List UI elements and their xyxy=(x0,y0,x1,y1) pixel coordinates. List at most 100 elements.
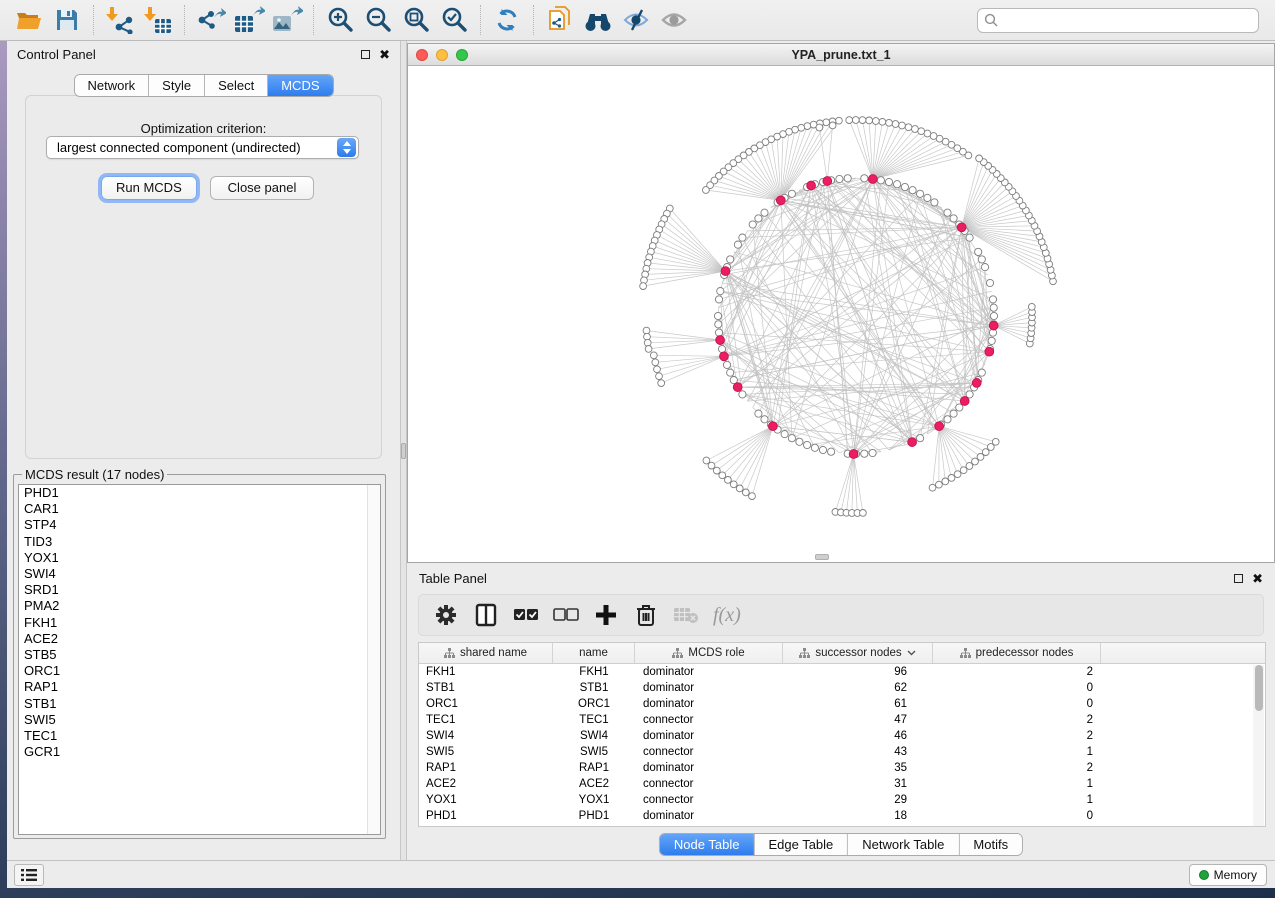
control-panel: Control Panel ✖ NetworkStyleSelectMCDS O… xyxy=(7,41,400,860)
result-node-item[interactable]: SWI4 xyxy=(19,566,380,582)
hide-panel-button[interactable] xyxy=(617,3,655,37)
table-row[interactable]: ACE2ACE2connector311 xyxy=(419,776,1265,792)
close-table-panel-icon[interactable]: ✖ xyxy=(1252,574,1263,583)
table-row[interactable]: PHD1PHD1dominator180 xyxy=(419,808,1265,824)
table-row[interactable]: ORC1ORC1dominator610 xyxy=(419,696,1265,712)
result-node-item[interactable]: YOX1 xyxy=(19,550,380,566)
table-scrollbar-thumb[interactable] xyxy=(1255,665,1263,711)
open-file-button[interactable] xyxy=(10,3,48,37)
import-network-button[interactable] xyxy=(101,3,139,37)
result-node-item[interactable]: STB1 xyxy=(19,696,380,712)
horizontal-splitter-handle[interactable] xyxy=(815,554,829,560)
import-table-button[interactable] xyxy=(139,3,177,37)
refresh-layout-button[interactable] xyxy=(488,3,526,37)
table-row[interactable]: YOX1YOX1connector291 xyxy=(419,792,1265,808)
cell-name: TEC1 xyxy=(553,714,635,726)
result-node-item[interactable]: ORC1 xyxy=(19,663,380,679)
table-scrollbar[interactable] xyxy=(1253,665,1264,826)
export-network-button[interactable] xyxy=(192,3,230,37)
network-window-title: YPA_prune.txt_1 xyxy=(408,48,1274,62)
table-row[interactable]: SWI4SWI4dominator462 xyxy=(419,728,1265,744)
result-node-item[interactable]: STB5 xyxy=(19,647,380,663)
main-frame: Control Panel ✖ NetworkStyleSelectMCDS O… xyxy=(7,41,1275,888)
zoom-in-icon xyxy=(326,6,354,34)
column-type-icon xyxy=(799,648,810,659)
optimization-criterion-dropdown[interactable]: largest connected component (undirected) xyxy=(46,136,359,159)
import-network-icon xyxy=(105,6,135,34)
table-row[interactable]: RAP1RAP1dominator352 xyxy=(419,760,1265,776)
cell-predecessor-nodes: 2 xyxy=(933,762,1101,774)
zoom-out-icon xyxy=(364,6,392,34)
result-node-item[interactable]: CAR1 xyxy=(19,501,380,517)
column-header-predecessor-nodes[interactable]: predecessor nodes xyxy=(933,643,1101,663)
memory-button[interactable]: Memory xyxy=(1189,864,1267,886)
cell-predecessor-nodes: 0 xyxy=(933,698,1101,710)
tab-network-table[interactable]: Network Table xyxy=(848,834,959,855)
cell-successor-nodes: 18 xyxy=(783,810,933,822)
table-settings-gear-icon[interactable] xyxy=(433,602,459,628)
close-panel-icon[interactable]: ✖ xyxy=(379,50,390,59)
result-node-item[interactable]: FKH1 xyxy=(19,615,380,631)
table-row[interactable]: SWI5SWI5connector431 xyxy=(419,744,1265,760)
result-node-item[interactable]: GCR1 xyxy=(19,744,380,760)
tab-node-table[interactable]: Node Table xyxy=(660,834,755,855)
float-panel-icon[interactable] xyxy=(361,50,370,59)
tab-select[interactable]: Select xyxy=(205,75,268,96)
close-panel-button[interactable]: Close panel xyxy=(210,176,314,200)
zoom-fit-button[interactable] xyxy=(397,3,435,37)
result-node-item[interactable]: TEC1 xyxy=(19,728,380,744)
zoom-out-button[interactable] xyxy=(359,3,397,37)
tab-mcds[interactable]: MCDS xyxy=(268,75,332,96)
float-table-panel-icon[interactable] xyxy=(1234,574,1243,583)
table-row[interactable]: FKH1FKH1dominator962 xyxy=(419,664,1265,680)
vertical-splitter-handle[interactable] xyxy=(401,443,406,459)
run-mcds-button[interactable]: Run MCDS xyxy=(101,176,197,200)
search-input[interactable] xyxy=(977,8,1259,33)
result-node-item[interactable]: STP4 xyxy=(19,517,380,533)
delete-columns-icon[interactable] xyxy=(633,602,659,628)
result-node-item[interactable]: SWI5 xyxy=(19,712,380,728)
export-table-button[interactable] xyxy=(230,3,268,37)
result-node-item[interactable]: RAP1 xyxy=(19,679,380,695)
mcds-result-list[interactable]: PHD1CAR1STP4TID3YOX1SWI4SRD1PMA2FKH1ACE2… xyxy=(18,484,381,835)
select-all-columns-icon[interactable] xyxy=(513,602,539,628)
panel-menu-button[interactable] xyxy=(14,864,44,886)
network-canvas[interactable] xyxy=(408,66,1274,562)
result-node-item[interactable]: PHD1 xyxy=(19,485,380,501)
column-header-shared-name[interactable]: shared name xyxy=(419,643,553,663)
save-session-button[interactable] xyxy=(48,3,86,37)
node-table-header: shared namenameMCDS rolesuccessor nodesp… xyxy=(419,643,1265,664)
column-header-MCDS-role[interactable]: MCDS role xyxy=(635,643,783,663)
result-node-item[interactable]: TID3 xyxy=(19,534,380,550)
control-panel-tabs: NetworkStyleSelectMCDS xyxy=(73,74,333,97)
result-node-item[interactable]: ACE2 xyxy=(19,631,380,647)
show-columns-icon[interactable] xyxy=(473,602,499,628)
network-nodes[interactable] xyxy=(640,117,1057,517)
table-row[interactable]: TEC1TEC1connector472 xyxy=(419,712,1265,728)
deselect-all-columns-icon[interactable] xyxy=(553,602,579,628)
node-table-body: FKH1FKH1dominator962STB1STB1dominator620… xyxy=(419,664,1265,824)
tab-style[interactable]: Style xyxy=(149,75,205,96)
cell-mcds-role: connector xyxy=(635,778,783,790)
export-image-button[interactable] xyxy=(268,3,306,37)
tab-edge-table[interactable]: Edge Table xyxy=(754,834,848,855)
copy-document-icon xyxy=(547,5,573,35)
zoom-in-button[interactable] xyxy=(321,3,359,37)
tab-network[interactable]: Network xyxy=(74,75,149,96)
add-column-icon[interactable] xyxy=(593,602,619,628)
table-row[interactable]: STB1STB1dominator620 xyxy=(419,680,1265,696)
result-node-item[interactable]: PMA2 xyxy=(19,598,380,614)
tab-motifs[interactable]: Motifs xyxy=(959,834,1022,855)
search-network-button[interactable] xyxy=(579,3,617,37)
result-node-item[interactable]: SRD1 xyxy=(19,582,380,598)
cell-name: STB1 xyxy=(553,682,635,694)
copy-network-button[interactable] xyxy=(541,3,579,37)
vertical-splitter[interactable] xyxy=(400,41,407,860)
zoom-selected-button[interactable] xyxy=(435,3,473,37)
export-image-icon xyxy=(271,6,303,34)
column-header-successor-nodes[interactable]: successor nodes xyxy=(783,643,933,663)
cell-mcds-role: dominator xyxy=(635,762,783,774)
column-header-filler xyxy=(1101,643,1265,663)
result-list-scrollbar[interactable] xyxy=(367,485,380,834)
column-header-name[interactable]: name xyxy=(553,643,635,663)
